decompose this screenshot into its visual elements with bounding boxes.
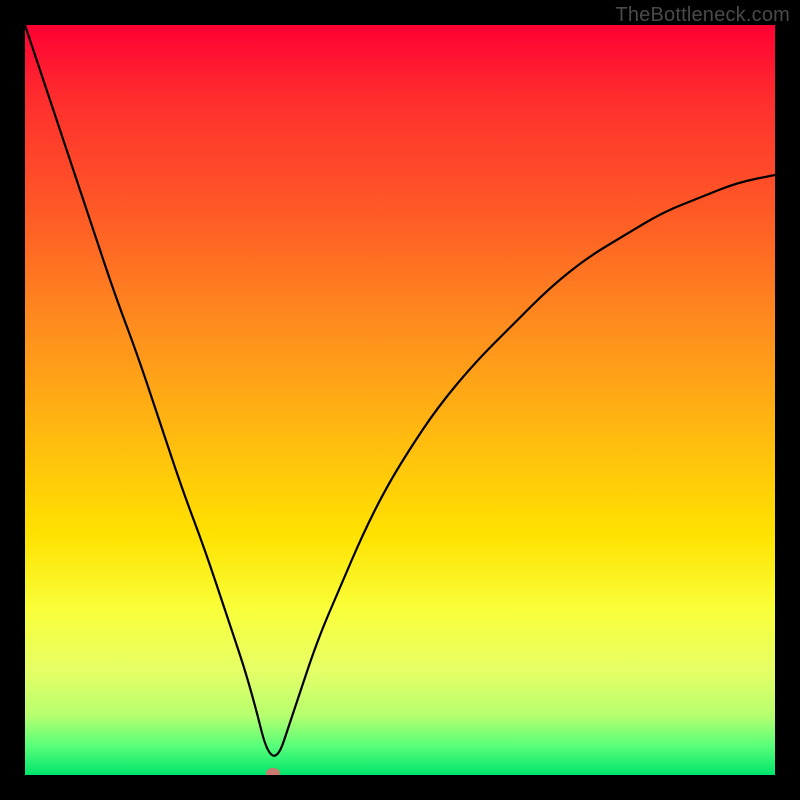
watermark-text: TheBottleneck.com [615,4,790,27]
plot-area [25,25,775,775]
chart-frame: TheBottleneck.com [0,0,800,800]
bottleneck-curve [25,25,775,775]
minimum-marker [266,768,280,775]
